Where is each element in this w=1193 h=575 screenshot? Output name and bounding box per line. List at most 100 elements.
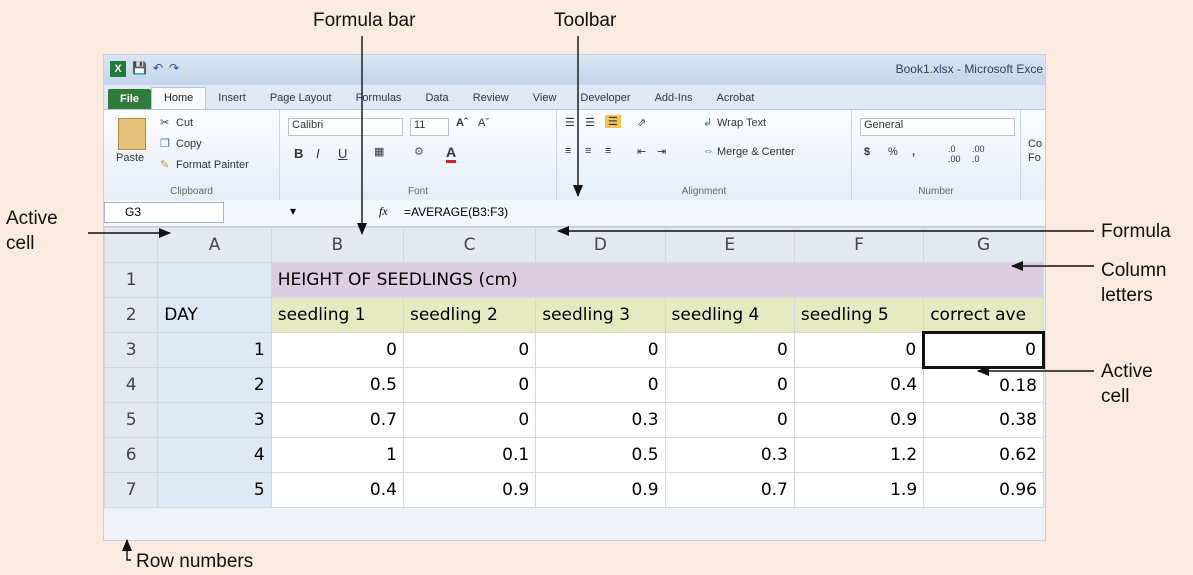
row-header-4[interactable]: 4 xyxy=(104,367,159,403)
percent-button[interactable]: % xyxy=(888,146,898,158)
column-header-a[interactable]: A xyxy=(157,227,272,263)
tab-page-layout[interactable]: Page Layout xyxy=(258,88,344,109)
cell-c5[interactable]: 0 xyxy=(402,402,537,438)
align-bottom-icon[interactable]: ☰ xyxy=(605,115,621,128)
cell-g6[interactable]: 0.62 xyxy=(923,437,1044,473)
align-top-icon[interactable]: ☰ xyxy=(565,116,575,129)
increase-decimal-icon[interactable]: .0.00 xyxy=(948,144,961,164)
cell-b2[interactable]: seedling 1 xyxy=(270,297,404,333)
row-header-1[interactable]: 1 xyxy=(104,262,159,298)
cell-c6[interactable]: 0.1 xyxy=(402,437,537,473)
column-header-f[interactable]: F xyxy=(793,227,925,263)
cell-c7[interactable]: 0.9 xyxy=(402,472,537,508)
cell-a5[interactable]: 3 xyxy=(157,402,272,438)
tab-view[interactable]: View xyxy=(521,88,569,109)
copy-icon[interactable]: ❐ xyxy=(160,137,170,150)
cell-b5[interactable]: 0.7 xyxy=(270,402,404,438)
column-header-c[interactable]: C xyxy=(402,227,537,263)
row-header-2[interactable]: 2 xyxy=(104,297,159,333)
save-icon[interactable]: 💾 xyxy=(132,61,147,77)
cell-d6[interactable]: 0.5 xyxy=(535,437,666,473)
format-painter-icon[interactable]: ✎ xyxy=(160,158,169,171)
borders-icon[interactable]: ▦ xyxy=(374,145,384,158)
cell-e4[interactable]: 0 xyxy=(664,367,795,403)
cell-a7[interactable]: 5 xyxy=(157,472,272,508)
cell-a4[interactable]: 2 xyxy=(157,367,272,403)
tab-formulas[interactable]: Formulas xyxy=(344,88,414,109)
cell-d2[interactable]: seedling 3 xyxy=(535,297,666,333)
align-right-icon[interactable]: ≡ xyxy=(605,145,611,157)
decrease-indent-icon[interactable]: ⇤ xyxy=(637,145,646,158)
cell-c3[interactable]: 0 xyxy=(402,332,537,368)
comma-button[interactable]: , xyxy=(912,146,915,158)
tab-data[interactable]: Data xyxy=(413,88,460,109)
redo-icon[interactable]: ↷ xyxy=(169,61,179,77)
row-header-3[interactable]: 3 xyxy=(104,332,159,368)
tab-file[interactable]: File xyxy=(108,89,151,109)
column-header-e[interactable]: E xyxy=(664,227,795,263)
cell-c4[interactable]: 0 xyxy=(402,367,537,403)
orientation-icon[interactable]: ⇗ xyxy=(637,116,646,129)
cell-a1[interactable] xyxy=(157,262,272,298)
cell-a6[interactable]: 4 xyxy=(157,437,272,473)
row-header-7[interactable]: 7 xyxy=(104,472,159,508)
cell-d4[interactable]: 0 xyxy=(535,367,666,403)
cell-d3[interactable]: 0 xyxy=(535,332,666,368)
cell-d7[interactable]: 0.9 xyxy=(535,472,666,508)
font-name-select[interactable]: Calibri xyxy=(288,118,403,136)
cell-b1-title[interactable]: HEIGHT OF SEEDLINGS (cm) xyxy=(270,262,1045,298)
cell-b3[interactable]: 0 xyxy=(270,332,404,368)
cell-f3[interactable]: 0 xyxy=(793,332,925,368)
styles-partial-label-2[interactable]: Fo xyxy=(1028,152,1041,164)
cell-a3[interactable]: 1 xyxy=(157,332,272,368)
cell-e3[interactable]: 0 xyxy=(664,332,795,368)
merge-center-button[interactable]: Merge & Center xyxy=(717,146,795,158)
select-all-corner[interactable] xyxy=(104,227,159,263)
cell-c2[interactable]: seedling 2 xyxy=(402,297,537,333)
name-box[interactable]: G3 xyxy=(104,202,224,223)
cell-e6[interactable]: 0.3 xyxy=(664,437,795,473)
font-color-icon[interactable]: A xyxy=(446,144,457,163)
cell-g3-active[interactable]: 0 xyxy=(922,331,1045,369)
number-format-select[interactable]: General xyxy=(860,118,1015,136)
italic-button[interactable]: I xyxy=(316,146,320,161)
font-size-select[interactable]: 11 xyxy=(410,118,449,136)
grow-font-icon[interactable]: Aˆ xyxy=(456,117,468,129)
column-header-g[interactable]: G xyxy=(923,227,1044,263)
merge-center-icon[interactable]: ⇔ xyxy=(703,145,714,157)
bold-button[interactable]: B xyxy=(294,146,303,161)
cell-g5[interactable]: 0.38 xyxy=(923,402,1044,438)
paste-icon[interactable] xyxy=(118,118,146,150)
wrap-text-button[interactable]: Wrap Text xyxy=(717,117,766,129)
increase-indent-icon[interactable]: ⇥ xyxy=(657,145,666,158)
cell-g2[interactable]: correct ave xyxy=(923,297,1044,333)
cell-g7[interactable]: 0.96 xyxy=(923,472,1044,508)
row-header-5[interactable]: 5 xyxy=(104,402,159,438)
formula-input[interactable]: =AVERAGE(B3:F3) xyxy=(404,205,508,219)
column-header-b[interactable]: B xyxy=(270,227,404,263)
copy-button[interactable]: Copy xyxy=(176,138,202,150)
tab-acrobat[interactable]: Acrobat xyxy=(704,88,766,109)
fx-icon[interactable]: fx xyxy=(379,204,388,219)
fill-color-icon[interactable]: ⚙ xyxy=(414,145,424,158)
cell-g4[interactable]: 0.18 xyxy=(923,367,1044,403)
decrease-decimal-icon[interactable]: .00.0 xyxy=(972,144,985,164)
cell-f2[interactable]: seedling 5 xyxy=(793,297,925,333)
row-header-6[interactable]: 6 xyxy=(104,437,159,473)
column-header-d[interactable]: D xyxy=(535,227,666,263)
align-middle-icon[interactable]: ☰ xyxy=(585,116,595,129)
paste-button[interactable]: Paste xyxy=(116,152,144,164)
name-box-dropdown-icon[interactable]: ▾ xyxy=(290,204,296,218)
cell-b6[interactable]: 1 xyxy=(270,437,404,473)
cell-e5[interactable]: 0 xyxy=(664,402,795,438)
undo-icon[interactable]: ↶ xyxy=(153,61,163,77)
cell-e2[interactable]: seedling 4 xyxy=(664,297,795,333)
tab-insert[interactable]: Insert xyxy=(206,88,258,109)
styles-partial-label-1[interactable]: Co xyxy=(1028,138,1042,150)
align-center-icon[interactable]: ≡ xyxy=(585,145,591,157)
tab-review[interactable]: Review xyxy=(461,88,521,109)
cut-icon[interactable]: ✂ xyxy=(160,116,169,129)
cell-f5[interactable]: 0.9 xyxy=(793,402,925,438)
cell-f7[interactable]: 1.9 xyxy=(793,472,925,508)
cut-button[interactable]: Cut xyxy=(176,117,193,129)
